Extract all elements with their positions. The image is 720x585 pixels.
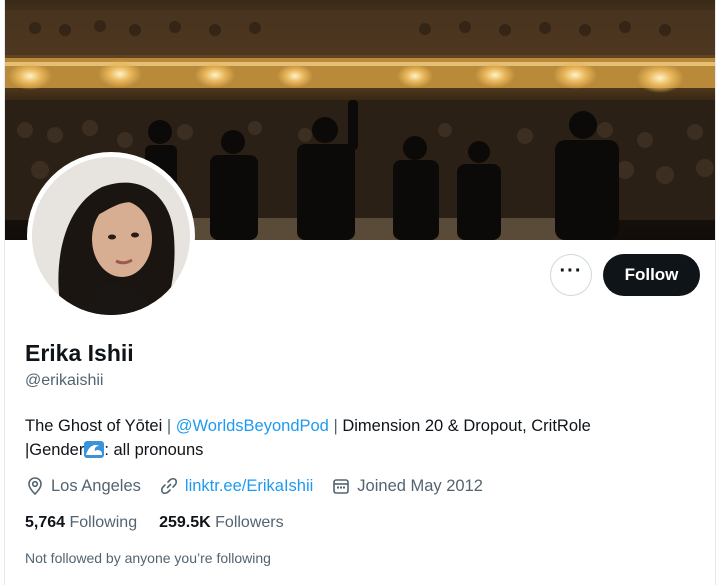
avatar-image [32, 157, 190, 315]
bio-separator: | [328, 417, 343, 435]
profile-avatar[interactable] [27, 152, 195, 320]
profile-display-name: Erika Ishii [25, 340, 134, 366]
joined-text: Joined May 2012 [357, 476, 483, 495]
more-icon: ··· [559, 260, 583, 282]
not-followed-notice: Not followed by anyone you’re following [25, 550, 271, 566]
wave-emoji-icon [84, 441, 105, 458]
bio-text: Dimension 20 & Dropout, CritRole [342, 417, 591, 435]
location-text: Los Angeles [51, 476, 141, 495]
joined-item: Joined May 2012 [331, 476, 483, 496]
bio-separator: | [162, 417, 176, 435]
link-icon [159, 476, 179, 496]
profile-meta: Los Angeles linktr.ee/ErikaIshii Joined … [25, 476, 501, 496]
calendar-icon [331, 476, 351, 496]
bio-text: : all pronouns [104, 441, 204, 459]
following-label: Following [69, 514, 138, 531]
more-options-button[interactable]: ··· [550, 254, 592, 296]
profile-handle: @erikaishii [25, 372, 104, 389]
profile-page: ··· Follow Erika Ishii @erikaishii The G… [4, 0, 716, 585]
website-link[interactable]: linktr.ee/ErikaIshii [185, 477, 313, 496]
followers-link[interactable]: 259.5K Followers [159, 514, 284, 532]
location-item: Los Angeles [25, 476, 141, 496]
follow-button[interactable]: Follow [603, 254, 700, 296]
followers-count: 259.5K [159, 514, 211, 531]
profile-bio: The Ghost of Yōtei | @WorldsBeyondPod | … [25, 414, 705, 462]
bio-mention-link[interactable]: @WorldsBeyondPod [176, 417, 329, 435]
following-count: 5,764 [25, 514, 66, 531]
bio-text: The Ghost of Yōtei [25, 417, 163, 435]
website-item[interactable]: linktr.ee/ErikaIshii [159, 476, 313, 496]
following-link[interactable]: 5,764 Following [25, 514, 137, 532]
profile-stats: 5,764 Following 259.5K Followers [25, 514, 306, 532]
location-pin-icon [25, 476, 45, 496]
bio-text: |Gender [25, 441, 85, 459]
followers-label: Followers [215, 514, 284, 531]
